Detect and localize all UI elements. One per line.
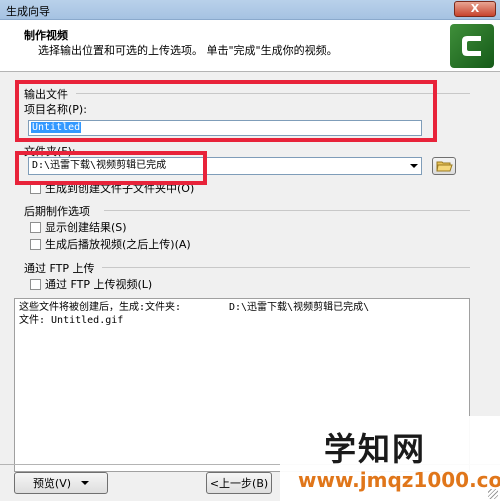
- camtasia-logo: [450, 24, 494, 68]
- watermark-url: www.jmqz1000.com: [298, 468, 500, 492]
- chevron-down-icon: [410, 164, 418, 168]
- page-description: 选择输出位置和可选的上传选项。 单击"完成"生成你的视频。: [38, 44, 338, 57]
- show-results-option[interactable]: 显示创建结果(S): [30, 219, 127, 235]
- post-group-divider: [104, 210, 470, 211]
- summary-file-text: 文件: Untitled.gif: [19, 315, 124, 326]
- show-results-checkbox[interactable]: [30, 221, 41, 233]
- play-after-label: 生成后播放视频(之后上传)(A): [45, 238, 191, 251]
- logo-c-icon: [462, 36, 481, 56]
- preview-label: 预览(V): [32, 477, 72, 490]
- close-button[interactable]: X: [454, 1, 496, 17]
- ftp-upload-option[interactable]: 通过 FTP 上传视频(L): [30, 276, 152, 292]
- annotation-box-folder: [15, 151, 207, 185]
- ftp-group-title: 通过 FTP 上传: [24, 262, 95, 275]
- watermark: 学知网 www.jmqz1000.com: [280, 416, 500, 501]
- folder-open-icon: [436, 161, 453, 172]
- play-after-checkbox[interactable]: [30, 238, 41, 250]
- back-button[interactable]: <上一步(B): [206, 472, 272, 494]
- ftp-group-divider: [102, 267, 470, 268]
- window-title: 生成向导: [6, 5, 50, 18]
- preview-button[interactable]: 预览(V): [14, 472, 108, 494]
- page-title: 制作视频: [24, 29, 68, 42]
- back-label: <上一步(B): [209, 477, 269, 490]
- summary-file-row: 文件: Untitled.gif: [19, 314, 465, 327]
- wizard-header: 制作视频 选择输出位置和可选的上传选项。 单击"完成"生成你的视频。: [0, 20, 500, 72]
- play-after-option[interactable]: 生成后播放视频(之后上传)(A): [30, 236, 191, 252]
- summary-folder-row: 这些文件将被创建后，生成:文件夹: D:\迅雷下载\视频剪辑已完成\: [19, 301, 465, 314]
- resize-grip-icon[interactable]: [488, 489, 498, 499]
- title-bar: 生成向导 X: [0, 0, 500, 20]
- watermark-logo-text: 学知网: [324, 430, 427, 468]
- post-group-title: 后期制作选项: [24, 205, 90, 218]
- summary-folder-value: D:\迅雷下载\视频剪辑已完成\: [229, 302, 370, 313]
- chevron-down-icon: [81, 481, 90, 485]
- ftp-upload-checkbox[interactable]: [30, 278, 41, 290]
- ftp-upload-label: 通过 FTP 上传视频(L): [45, 278, 153, 291]
- wizard-window: 生成向导 X 制作视频 选择输出位置和可选的上传选项。 单击"完成"生成你的视频…: [0, 0, 500, 501]
- show-results-label: 显示创建结果(S): [45, 221, 127, 234]
- browse-folder-button[interactable]: [432, 157, 456, 175]
- annotation-box-project: [15, 80, 437, 142]
- summary-folder-key: 这些文件将被创建后，生成:文件夹:: [19, 302, 182, 313]
